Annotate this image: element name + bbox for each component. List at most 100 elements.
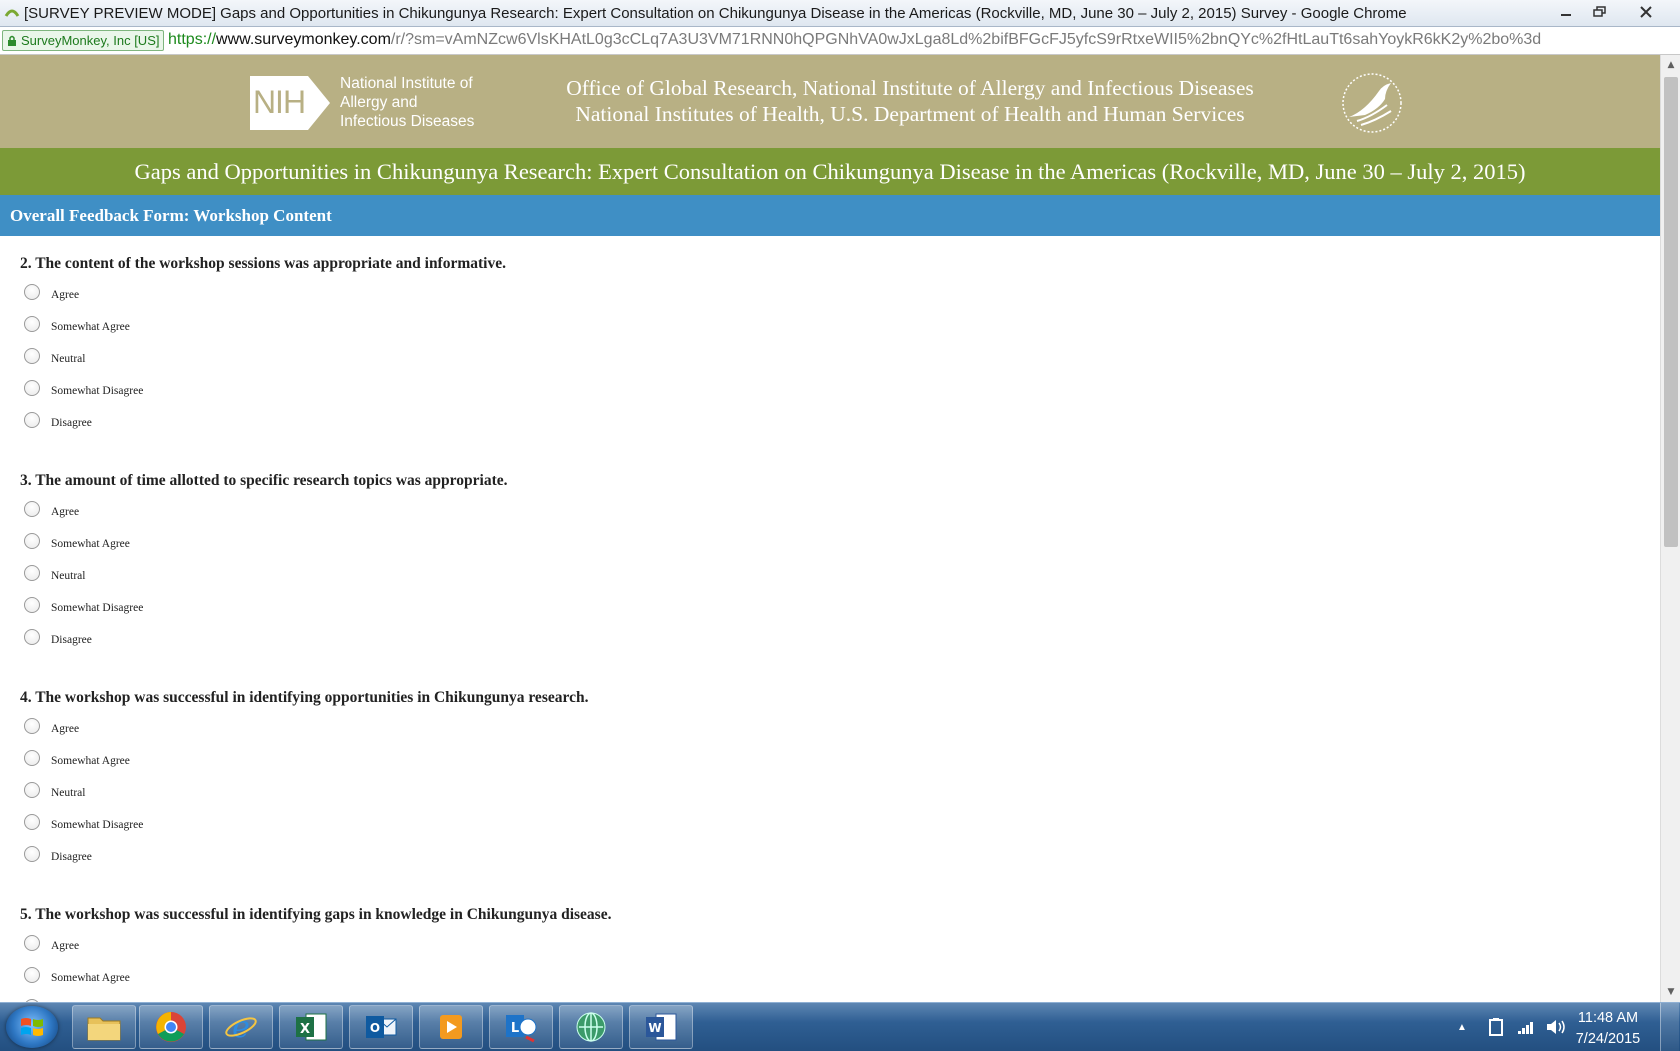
- option-neutral[interactable]: Neutral: [20, 348, 506, 380]
- option-neutral[interactable]: Neutral: [20, 565, 508, 597]
- system-tray: ▲: [1457, 1003, 1567, 1051]
- option-label[interactable]: Disagree: [51, 634, 92, 646]
- minimize-button[interactable]: [1550, 1, 1582, 22]
- device-icon[interactable]: [1487, 1017, 1505, 1037]
- option-label[interactable]: Agree: [51, 723, 79, 735]
- system-clock[interactable]: 11:48 AM 7/24/2015: [1570, 1008, 1646, 1050]
- window-titlebar: [SURVEY PREVIEW MODE] Gaps and Opportuni…: [0, 0, 1680, 27]
- radio-button[interactable]: [24, 412, 40, 428]
- option-agree[interactable]: Agree: [20, 284, 506, 316]
- option-agree[interactable]: Agree: [20, 501, 508, 533]
- network-signal-icon[interactable]: [1517, 1019, 1535, 1035]
- section-title: Overall Feedback Form: Workshop Content: [0, 195, 1660, 236]
- option-somewhat-disagree[interactable]: Somewhat Disagree: [20, 814, 588, 846]
- option-label[interactable]: Agree: [51, 289, 79, 301]
- option-label[interactable]: Somewhat Agree: [51, 538, 130, 550]
- lync-icon: L: [506, 1015, 537, 1043]
- option-somewhat-agree[interactable]: Somewhat Agree: [20, 533, 508, 565]
- taskbar-media-player[interactable]: [419, 1005, 483, 1049]
- radio-button[interactable]: [24, 284, 40, 300]
- radio-button[interactable]: [24, 967, 40, 983]
- scrollbar-thumb[interactable]: [1664, 77, 1678, 547]
- option-neutral[interactable]: Neutral: [20, 782, 588, 814]
- ev-certificate-badge[interactable]: SurveyMonkey, Inc [US]: [2, 30, 165, 51]
- radio-button[interactable]: [24, 565, 40, 581]
- taskbar-outlook[interactable]: O: [349, 1005, 413, 1049]
- radio-button[interactable]: [24, 629, 40, 645]
- option-label[interactable]: Agree: [51, 940, 79, 952]
- option-label[interactable]: Neutral: [51, 353, 85, 365]
- show-desktop-button[interactable]: [1660, 1003, 1679, 1051]
- folder-icon: [87, 1017, 121, 1041]
- question-2: 2. The content of the workshop sessions …: [20, 255, 506, 444]
- radio-button[interactable]: [24, 533, 40, 549]
- radio-button[interactable]: [24, 348, 40, 364]
- close-icon: [1640, 5, 1652, 18]
- taskbar-excel[interactable]: X: [279, 1005, 343, 1049]
- option-label[interactable]: Somewhat Disagree: [51, 385, 143, 397]
- option-somewhat-agree[interactable]: Somewhat Agree: [20, 316, 506, 348]
- radio-button[interactable]: [24, 782, 40, 798]
- radio-button[interactable]: [24, 750, 40, 766]
- option-label[interactable]: Somewhat Disagree: [51, 602, 143, 614]
- word-icon: W: [646, 1013, 677, 1041]
- hhs-seal-icon: [1342, 73, 1402, 133]
- niaid-name-line: Allergy and: [340, 94, 418, 111]
- question-title: 3. The amount of time allotted to specif…: [20, 472, 508, 489]
- volume-icon[interactable]: [1545, 1018, 1567, 1036]
- radio-button[interactable]: [24, 597, 40, 613]
- scroll-down-arrow-icon[interactable]: ▼: [1661, 984, 1680, 1000]
- radio-button[interactable]: [24, 935, 40, 951]
- office-heading: Office of Global Research, National Inst…: [510, 75, 1310, 127]
- option-label[interactable]: Neutral: [51, 787, 85, 799]
- option-label[interactable]: Somewhat Agree: [51, 321, 130, 333]
- question-5: 5. The workshop was successful in identi…: [20, 906, 611, 1002]
- close-button[interactable]: [1622, 1, 1670, 22]
- vertical-scrollbar[interactable]: ▲ ▼: [1660, 55, 1680, 1002]
- option-disagree[interactable]: Disagree: [20, 412, 506, 444]
- address-bar[interactable]: SurveyMonkey, Inc [US] https://www.surve…: [0, 27, 1680, 55]
- option-disagree[interactable]: Disagree: [20, 629, 508, 661]
- maximize-button[interactable]: [1584, 1, 1616, 22]
- taskbar-internet-explorer[interactable]: e: [209, 1005, 273, 1049]
- svg-text:L: L: [511, 1021, 519, 1036]
- surveymonkey-icon: [4, 9, 20, 17]
- option-label[interactable]: Somewhat Disagree: [51, 819, 143, 831]
- taskbar-word[interactable]: W: [629, 1005, 693, 1049]
- survey-header: NIH National Institute of Allergy and In…: [0, 55, 1660, 148]
- option-disagree[interactable]: Disagree: [20, 846, 588, 878]
- radio-button[interactable]: [24, 316, 40, 332]
- url-path: /r/?sm=vAmNZcw6VlsKHAtL0g3cCLq7A3U3VM71R…: [390, 31, 1542, 48]
- taskbar-chrome[interactable]: [139, 1005, 203, 1049]
- option-label[interactable]: Neutral: [51, 570, 85, 582]
- radio-button[interactable]: [24, 814, 40, 830]
- taskbar-explorer[interactable]: [72, 1005, 136, 1049]
- radio-button[interactable]: [24, 718, 40, 734]
- radio-button[interactable]: [24, 846, 40, 862]
- option-agree[interactable]: Agree: [20, 718, 588, 750]
- option-label[interactable]: Disagree: [51, 417, 92, 429]
- question-title: 5. The workshop was successful in identi…: [20, 906, 612, 923]
- option-agree[interactable]: Agree: [20, 935, 611, 967]
- option-somewhat-agree[interactable]: Somewhat Agree: [20, 967, 611, 999]
- radio-button[interactable]: [24, 380, 40, 396]
- option-label[interactable]: Agree: [51, 506, 79, 518]
- option-label[interactable]: Somewhat Agree: [51, 755, 130, 767]
- radio-button[interactable]: [24, 501, 40, 517]
- show-hidden-icons-icon[interactable]: ▲: [1457, 1022, 1467, 1033]
- chrome-icon: [156, 1012, 186, 1042]
- taskbar-network-app[interactable]: [559, 1005, 623, 1049]
- option-somewhat-disagree[interactable]: Somewhat Disagree: [20, 380, 506, 412]
- minimize-icon: [1561, 13, 1571, 16]
- option-somewhat-agree[interactable]: Somewhat Agree: [20, 750, 588, 782]
- option-somewhat-disagree[interactable]: Somewhat Disagree: [20, 597, 508, 629]
- option-label[interactable]: Somewhat Agree: [51, 972, 130, 984]
- internet-explorer-icon: e: [225, 1010, 257, 1044]
- taskbar-lync[interactable]: L: [489, 1005, 553, 1049]
- start-button[interactable]: [6, 1006, 58, 1048]
- url-field[interactable]: https://www.surveymonkey.com/r/?sm=vAmNZ…: [168, 31, 1541, 49]
- scroll-up-arrow-icon[interactable]: ▲: [1661, 57, 1680, 73]
- question-title: 2. The content of the workshop sessions …: [20, 255, 506, 272]
- option-label[interactable]: Disagree: [51, 851, 92, 863]
- nih-mark: NIH: [250, 75, 308, 130]
